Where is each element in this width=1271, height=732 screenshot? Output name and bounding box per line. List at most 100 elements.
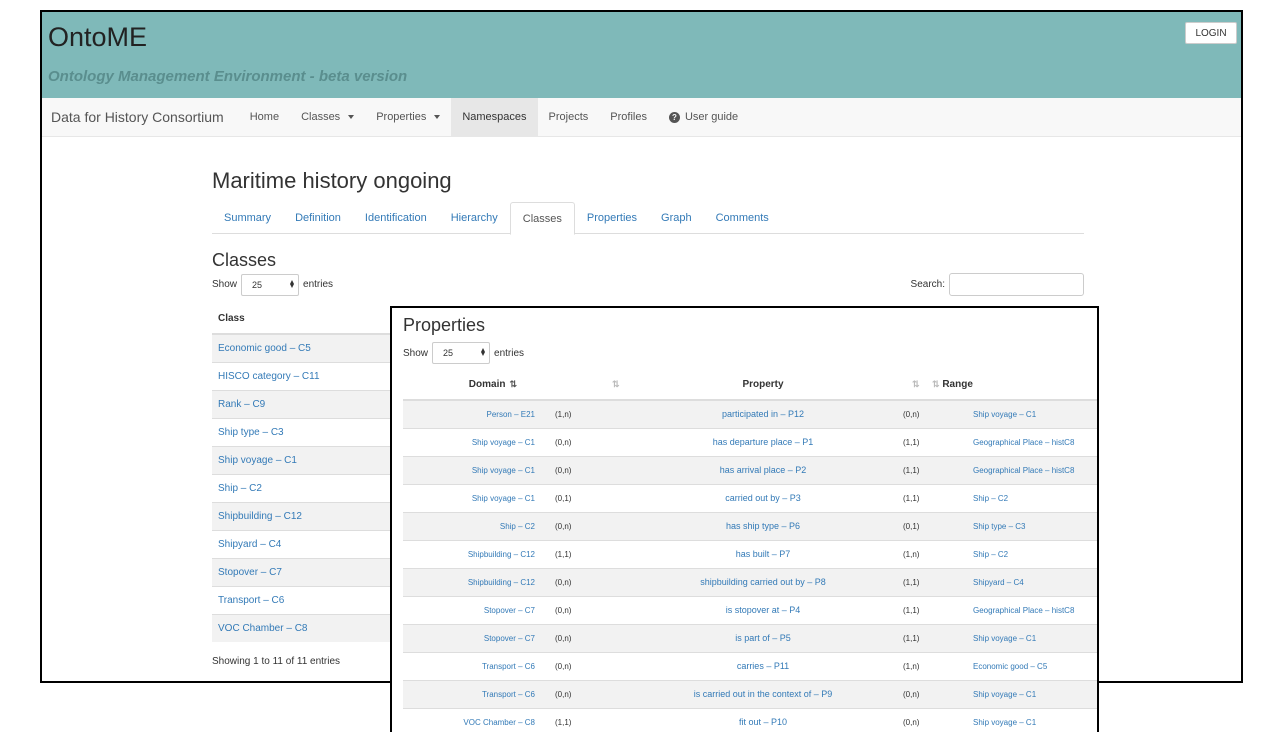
table-row: Ship voyage – C1 (0,n) has arrival place –… — [403, 455, 1097, 484]
search-input[interactable] — [949, 273, 1084, 296]
project-tabs: Summary Definition Identification Hierar… — [212, 202, 1084, 235]
range-cardinality: (0,n) — [858, 707, 928, 732]
question-circle-icon: ? — [668, 111, 680, 123]
property-link[interactable]: is part of – P5 — [668, 623, 858, 652]
nav-classes-dropdown[interactable]: Classes — [290, 98, 365, 136]
properties-panel: Properties Show 25 entries Domain ⇅ ⇅ Pro… — [390, 306, 1099, 732]
range-link[interactable]: Ship type – C3 — [928, 511, 1097, 540]
range-cardinality: (1,1) — [858, 567, 928, 596]
domain-link[interactable]: Ship voyage – C1 — [403, 427, 553, 456]
property-link[interactable]: participated in – P12 — [668, 399, 858, 428]
property-header-label: Property — [742, 379, 784, 390]
property-link[interactable]: has ship type – P6 — [668, 511, 858, 540]
property-link[interactable]: has built – P7 — [668, 539, 858, 568]
app-title[interactable]: OntoME — [48, 22, 147, 53]
table-row: Stopover – C7 (0,n) is part of – P5 (1,1) Sh… — [403, 623, 1097, 652]
login-button[interactable]: LOGIN — [1185, 22, 1237, 44]
class-link[interactable]: Ship type – C3 — [212, 417, 412, 446]
tab-definition[interactable]: Definition — [283, 202, 353, 233]
property-link[interactable]: is carried out in the context of – P9 — [668, 679, 858, 708]
nav-namespaces[interactable]: Namespaces — [451, 98, 538, 136]
domain-cardinality-header[interactable]: ⇅ — [553, 370, 668, 401]
domain-header-label: Domain — [468, 379, 506, 390]
range-cardinality: (1,n) — [858, 651, 928, 680]
range-cardinality-header[interactable]: ⇅ — [858, 370, 928, 401]
app-header: OntoME Ontology Management Environment -… — [42, 12, 1241, 98]
nav-projects[interactable]: Projects — [538, 98, 600, 136]
range-link[interactable]: Ship – C2 — [928, 539, 1097, 568]
range-link[interactable]: Economic good – C5 — [928, 651, 1097, 680]
tab-properties[interactable]: Properties — [575, 202, 649, 233]
domain-link[interactable]: Ship – C2 — [403, 511, 553, 540]
domain-link[interactable]: Shipbuilding – C12 — [403, 567, 553, 596]
property-link[interactable]: fit out – P10 — [668, 707, 858, 732]
domain-cardinality: (0,n) — [553, 567, 668, 596]
domain-link[interactable]: Stopover – C7 — [403, 623, 553, 652]
property-link[interactable]: is stopover at – P4 — [668, 595, 858, 624]
property-link[interactable]: carries – P11 — [668, 651, 858, 680]
nav-projects-label: Projects — [548, 111, 589, 123]
classes-page-length-select[interactable]: 25 — [241, 273, 300, 296]
property-link[interactable]: has arrival place – P2 — [668, 455, 858, 484]
property-link[interactable]: shipbuilding carried out by – P8 — [668, 567, 858, 596]
property-link[interactable]: carried out by – P3 — [668, 483, 858, 512]
class-link[interactable]: Rank – C9 — [212, 389, 412, 418]
range-link[interactable]: Ship voyage – C1 — [928, 707, 1097, 732]
range-header-label: Range — [942, 379, 973, 390]
class-link[interactable]: Economic good – C5 — [212, 333, 412, 362]
domain-column-header[interactable]: Domain ⇅ — [403, 370, 553, 401]
domain-link[interactable]: VOC Chamber – C8 — [403, 707, 553, 732]
class-link[interactable]: Transport – C6 — [212, 585, 412, 614]
property-column-header[interactable]: Property — [668, 370, 858, 401]
table-row: VOC Chamber – C8 (1,1) fit out – P10 (0,n) S… — [403, 707, 1097, 732]
main-navbar: Data for History Consortium Home Classes… — [42, 98, 1241, 137]
nav-properties-label: Properties — [376, 111, 427, 123]
nav-properties-dropdown[interactable]: Properties — [365, 98, 451, 136]
tab-identification[interactable]: Identification — [353, 202, 439, 233]
class-column-header[interactable]: Class — [212, 304, 412, 335]
domain-link[interactable]: Ship voyage – C1 — [403, 483, 553, 512]
select-arrows-icon — [290, 279, 295, 288]
domain-link[interactable]: Person – E21 — [403, 399, 553, 428]
class-link[interactable]: Shipbuilding – C12 — [212, 501, 412, 530]
range-column-header[interactable]: ⇅ Range — [928, 370, 1097, 401]
show-label: Show — [212, 279, 238, 290]
tab-graph[interactable]: Graph — [649, 202, 704, 233]
tab-summary[interactable]: Summary — [212, 202, 283, 233]
range-link[interactable]: Shipyard – C4 — [928, 567, 1097, 596]
class-link[interactable]: Shipyard – C4 — [212, 529, 412, 558]
nav-home[interactable]: Home — [239, 98, 290, 136]
range-link[interactable]: Ship voyage – C1 — [928, 623, 1097, 652]
class-link[interactable]: Ship voyage – C1 — [212, 445, 412, 474]
range-link[interactable]: Ship – C2 — [928, 483, 1097, 512]
class-link[interactable]: HISCO category – C11 — [212, 361, 412, 390]
tab-classes[interactable]: Classes — [509, 202, 575, 235]
domain-cardinality: (0,n) — [553, 651, 668, 680]
range-link[interactable]: Ship voyage – C1 — [928, 399, 1097, 428]
tab-comments[interactable]: Comments — [704, 202, 781, 233]
nav-profiles[interactable]: Profiles — [599, 98, 658, 136]
tab-hierarchy[interactable]: Hierarchy — [439, 202, 510, 233]
navbar-brand[interactable]: Data for History Consortium — [42, 98, 239, 136]
domain-cardinality: (0,n) — [553, 511, 668, 540]
domain-cardinality: (0,n) — [553, 595, 668, 624]
class-link[interactable]: Stopover – C7 — [212, 557, 412, 586]
properties-page-length-select[interactable]: 25 — [432, 342, 491, 364]
range-link[interactable]: Geographical Place – histC8 — [928, 427, 1097, 456]
domain-link[interactable]: Shipbuilding – C12 — [403, 539, 553, 568]
entries-label: entries — [494, 347, 525, 359]
domain-link[interactable]: Transport – C6 — [403, 651, 553, 680]
range-link[interactable]: Geographical Place – histC8 — [928, 595, 1097, 624]
range-link[interactable]: Ship voyage – C1 — [928, 679, 1097, 708]
nav-user-guide[interactable]: ? User guide — [658, 98, 749, 136]
class-link[interactable]: Ship – C2 — [212, 473, 412, 502]
class-link[interactable]: VOC Chamber – C8 — [212, 613, 412, 642]
range-link[interactable]: Geographical Place – histC8 — [928, 455, 1097, 484]
classes-heading: Classes — [212, 250, 277, 270]
domain-link[interactable]: Transport – C6 — [403, 679, 553, 708]
domain-link[interactable]: Ship voyage – C1 — [403, 455, 553, 484]
property-link[interactable]: has departure place – P1 — [668, 427, 858, 456]
domain-cardinality: (0,n) — [553, 679, 668, 708]
range-cardinality: (1,1) — [858, 427, 928, 456]
domain-link[interactable]: Stopover – C7 — [403, 595, 553, 624]
